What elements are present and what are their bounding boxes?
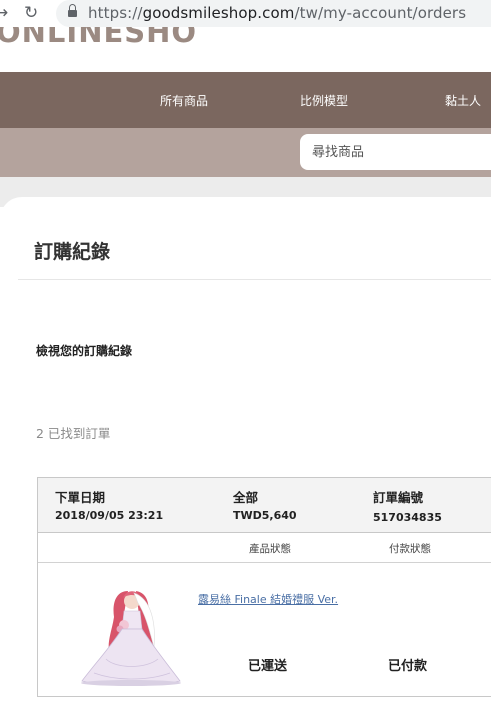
order-date-label: 下單日期 <box>55 490 106 505</box>
order-total-value: TWD5,640 <box>233 509 297 522</box>
url-text[interactable]: https://goodsmileshop.com/tw/my-account/… <box>88 4 466 22</box>
order-date-value: 2018/09/05 23:21 <box>55 509 164 522</box>
order-number-label: 訂單編號 <box>373 490 424 505</box>
payment-status-label: 付款狀態 <box>389 543 431 555</box>
page-title: 訂購紀錄 <box>34 241 111 263</box>
logo-text: ONLINESHOP <box>0 27 196 47</box>
product-status-value: 已運送 <box>248 659 288 674</box>
forward-arrow-icon[interactable]: → <box>0 4 8 22</box>
browser-toolbar: → ↻ https://goodsmileshop.com/tw/my-acco… <box>0 0 491 28</box>
account-content: 訂購紀錄 檢視您的訂購紀錄 2 已找到訂單 下單日期 2018/09/05 23… <box>0 197 491 727</box>
nav-item-nendoroid[interactable]: 黏土人 <box>445 92 481 109</box>
payment-status-value: 已付款 <box>388 659 428 674</box>
reload-icon[interactable]: ↻ <box>24 4 38 22</box>
url-path: /tw/my-account/orders <box>294 4 467 22</box>
product-status-label: 產品狀態 <box>249 543 291 555</box>
order-subheader: 產品狀態 付款狀態 <box>38 533 491 563</box>
lock-icon <box>68 4 77 18</box>
search-input[interactable] <box>300 134 491 170</box>
order-number-value[interactable]: 517034835 <box>373 511 442 524</box>
nav-item-scale-figures[interactable]: 比例模型 <box>300 92 348 109</box>
address-bar[interactable]: https://goodsmileshop.com/tw/my-account/… <box>56 0 491 27</box>
nav-item-all-products[interactable]: 所有商品 <box>160 92 208 109</box>
search-bar-area <box>0 128 491 177</box>
product-image[interactable] <box>76 585 186 689</box>
url-scheme: https:// <box>88 4 143 22</box>
order-header: 下單日期 2018/09/05 23:21 全部 TWD5,640 訂單編號 5… <box>38 478 491 533</box>
order-table: 下單日期 2018/09/05 23:21 全部 TWD5,640 訂單編號 5… <box>37 477 491 697</box>
orders-found-count: 2 已找到訂單 <box>36 426 111 441</box>
url-host: goodsmileshop.com <box>142 4 295 22</box>
title-divider <box>18 279 491 280</box>
site-logo[interactable]: ONLINESHOP <box>0 27 196 47</box>
product-link[interactable]: 露易絲 Finale 結婚禮服 Ver. <box>198 591 338 607</box>
order-total-label: 全部 <box>233 490 259 505</box>
main-navigation: 所有商品 比例模型 黏土人 <box>0 72 491 128</box>
section-heading: 檢視您的訂購紀錄 <box>36 344 133 358</box>
